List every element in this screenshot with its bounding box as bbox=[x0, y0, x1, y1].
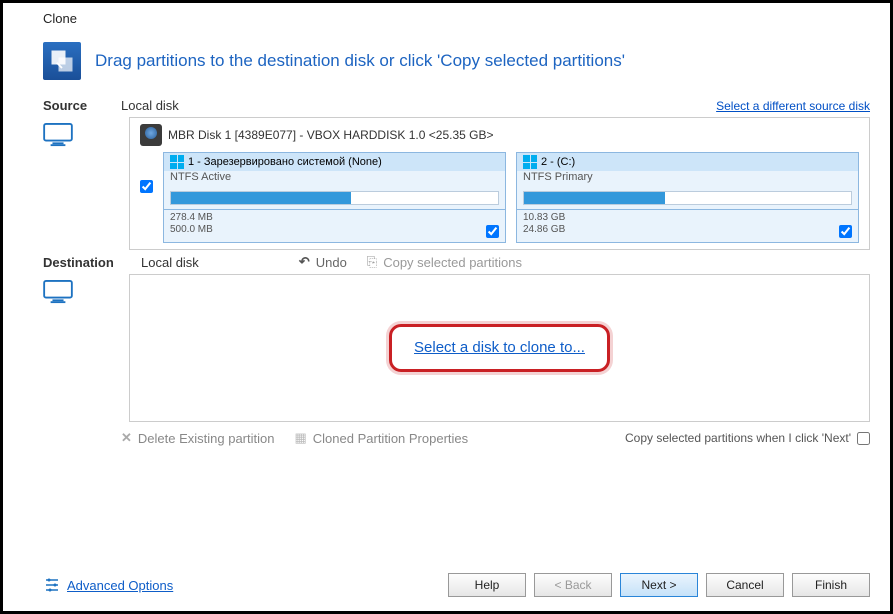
copy-selected-button[interactable]: ⎘ Copy selected partitions bbox=[367, 254, 522, 270]
destination-computer-icon bbox=[43, 274, 121, 422]
cloned-properties-button[interactable]: ▦ Cloned Partition Properties bbox=[294, 430, 468, 446]
clone-wizard-window: Clone Drag partitions to the destination… bbox=[0, 0, 893, 614]
partition-1-usage bbox=[170, 191, 499, 205]
partition-1-sizes: 278.4 MB 500.0 MB bbox=[164, 209, 505, 238]
copy-icon: ⎘ bbox=[367, 254, 377, 270]
partition-list: 1 - Зарезервировано системой (None) NTFS… bbox=[140, 152, 859, 243]
source-content: MBR Disk 1 [4389E077] - VBOX HARDDISK 1.… bbox=[3, 115, 890, 252]
source-row: Source Local disk Select a different sou… bbox=[3, 94, 890, 115]
disk-title: MBR Disk 1 [4389E077] - VBOX HARDDISK 1.… bbox=[168, 128, 493, 142]
properties-icon: ▦ bbox=[294, 430, 306, 446]
partition-2-usage bbox=[523, 191, 852, 205]
partition-1-name: 1 - Зарезервировано системой (None) bbox=[188, 156, 382, 168]
undo-button[interactable]: ↶ Undo bbox=[299, 254, 347, 270]
copy-when-next-option[interactable]: Copy selected partitions when I click 'N… bbox=[625, 431, 870, 445]
source-label: Source bbox=[43, 98, 121, 113]
windows-flag-icon bbox=[170, 155, 184, 169]
destination-type: Local disk bbox=[141, 255, 199, 270]
destination-toolbar: Destination Local disk ↶ Undo ⎘ Copy sel… bbox=[3, 252, 890, 272]
partition-1-fs: NTFS Active bbox=[164, 171, 505, 187]
delete-partition-button[interactable]: ✕ Delete Existing partition bbox=[121, 430, 274, 446]
header-instructions: Drag partitions to the destination disk … bbox=[95, 51, 625, 71]
cancel-button[interactable]: Cancel bbox=[706, 573, 784, 597]
header: Drag partitions to the destination disk … bbox=[3, 34, 890, 94]
partition-1[interactable]: 1 - Зарезервировано системой (None) NTFS… bbox=[163, 152, 506, 243]
partition-2-checkbox[interactable] bbox=[839, 225, 852, 238]
source-computer-icon bbox=[43, 117, 121, 250]
finish-button[interactable]: Finish bbox=[792, 573, 870, 597]
help-button[interactable]: Help bbox=[448, 573, 526, 597]
partition-2-sizes: 10.83 GB 24.86 GB bbox=[517, 209, 858, 238]
window-title: Clone bbox=[3, 3, 890, 34]
partition-1-checkbox[interactable] bbox=[486, 225, 499, 238]
back-button[interactable]: < Back bbox=[534, 573, 612, 597]
destination-disk-panel: Select a disk to clone to... bbox=[129, 274, 870, 422]
disk-header: MBR Disk 1 [4389E077] - VBOX HARDDISK 1.… bbox=[140, 124, 859, 146]
footer: Advanced Options Help < Back Next > Canc… bbox=[3, 563, 890, 611]
copy-when-next-checkbox[interactable] bbox=[857, 432, 870, 445]
source-type: Local disk bbox=[121, 98, 179, 113]
partition-2[interactable]: 2 - (C:) NTFS Primary 10.83 GB 24.86 GB bbox=[516, 152, 859, 243]
clone-icon bbox=[43, 42, 81, 80]
partition-2-fs: NTFS Primary bbox=[517, 171, 858, 187]
sliders-icon bbox=[43, 576, 61, 594]
select-all-partitions-checkbox[interactable] bbox=[140, 180, 153, 193]
partition-2-name: 2 - (C:) bbox=[541, 156, 575, 168]
windows-flag-icon bbox=[523, 155, 537, 169]
destination-content: Select a disk to clone to... bbox=[3, 272, 890, 424]
callout-highlight: Select a disk to clone to... bbox=[389, 324, 610, 372]
hdd-icon bbox=[140, 124, 162, 146]
destination-label: Destination bbox=[43, 255, 121, 270]
undo-icon: ↶ bbox=[299, 254, 310, 270]
advanced-options-link[interactable]: Advanced Options bbox=[43, 576, 173, 594]
destination-actions: ✕ Delete Existing partition ▦ Cloned Par… bbox=[3, 424, 890, 448]
select-different-source-link[interactable]: Select a different source disk bbox=[716, 99, 870, 113]
select-disk-to-clone-link[interactable]: Select a disk to clone to... bbox=[414, 339, 585, 356]
next-button[interactable]: Next > bbox=[620, 573, 698, 597]
wizard-buttons: Help < Back Next > Cancel Finish bbox=[448, 573, 870, 597]
delete-icon: ✕ bbox=[121, 430, 132, 446]
source-disk-panel: MBR Disk 1 [4389E077] - VBOX HARDDISK 1.… bbox=[129, 117, 870, 250]
